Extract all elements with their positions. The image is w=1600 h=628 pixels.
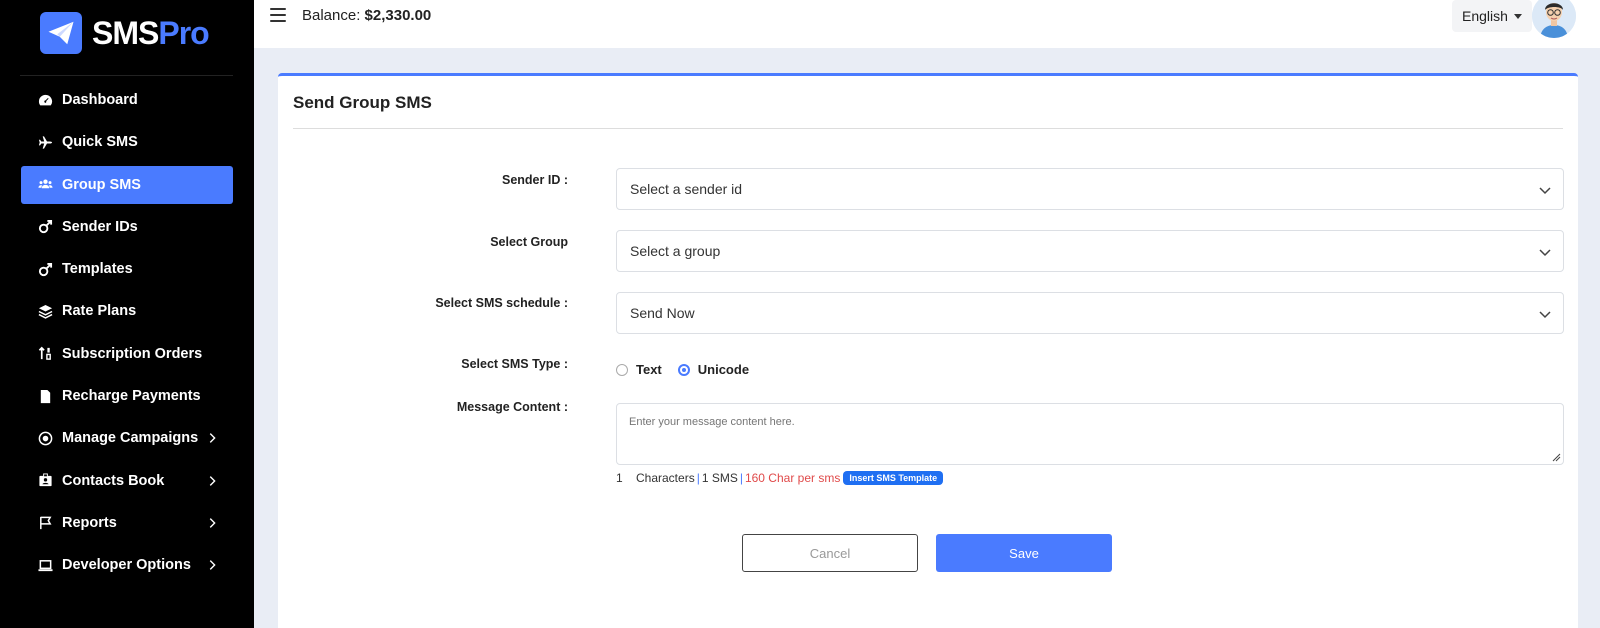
save-button[interactable]: Save <box>936 534 1112 572</box>
group-value: Select a group <box>630 243 721 259</box>
sidebar-item-recharge-payments[interactable]: $ Recharge Payments <box>21 377 233 415</box>
sidebar-item-label: Contacts Book <box>62 472 165 489</box>
group-label: Select Group <box>490 235 568 249</box>
sidebar-item-label: Reports <box>62 514 117 531</box>
user-avatar[interactable] <box>1532 0 1576 38</box>
character-count: 1 <box>616 471 623 485</box>
schedule-value: Send Now <box>630 305 695 321</box>
sms-type-radio-group: Text Unicode <box>616 362 765 377</box>
insert-sms-template-button[interactable]: Insert SMS Template <box>843 471 944 485</box>
invoice-icon: $ <box>37 388 53 404</box>
characters-label: Characters <box>636 471 695 485</box>
chars-per-sms: 160 Char per sms <box>744 471 841 485</box>
chevron-down-icon <box>1539 187 1551 195</box>
resize-grip-icon[interactable] <box>1551 452 1561 462</box>
sidebar-item-developer-options[interactable]: Developer Options <box>21 546 233 584</box>
schedule-select[interactable]: Send Now <box>616 292 1564 334</box>
hamburger-menu-icon[interactable] <box>270 8 286 22</box>
sidebar-item-label: Manage Campaigns <box>62 430 199 447</box>
sidebar-item-label: Rate Plans <box>62 303 137 320</box>
sms-type-unicode-label[interactable]: Unicode <box>698 362 749 377</box>
schedule-label: Select SMS schedule : <box>435 296 568 310</box>
sender-id-select[interactable]: Select a sender id <box>616 168 1564 210</box>
campaign-icon <box>37 430 53 446</box>
chevron-right-icon <box>209 518 216 528</box>
sidebar-item-rate-plans[interactable]: Rate Plans <box>21 292 233 330</box>
chevron-down-icon <box>1539 249 1551 257</box>
contact-book-icon <box>37 473 53 489</box>
counter-separator: | <box>696 471 700 485</box>
laptop-icon <box>37 557 53 573</box>
page-title: Send Group SMS <box>293 93 432 112</box>
flag-icon <box>37 515 53 531</box>
chevron-right-icon <box>209 560 216 571</box>
counter-separator: | <box>739 471 743 485</box>
card-divider <box>293 128 1563 129</box>
sort-icon <box>37 346 53 362</box>
sidebar-item-quick-sms[interactable]: Quick SMS <box>21 123 233 161</box>
caret-down-icon <box>1513 13 1522 19</box>
sender-id-value: Select a sender id <box>630 181 743 197</box>
topbar: Balance: $2,330.00 English <box>254 0 1600 48</box>
brand-logo[interactable]: SMSPro <box>40 12 210 54</box>
group-select[interactable]: Select a group <box>616 230 1564 272</box>
send-group-sms-card: Send Group SMS Sender ID : Select a send… <box>278 73 1578 628</box>
plane-icon <box>37 134 53 150</box>
sidebar-item-label: Dashboard <box>62 92 138 108</box>
message-label: Message Content : <box>456 400 568 414</box>
sms-count: 1 SMS <box>701 471 738 485</box>
layers-icon <box>37 303 53 319</box>
balance-value: $2,330.00 <box>364 7 432 24</box>
cancel-button[interactable]: Cancel <box>742 534 918 572</box>
sidebar-nav: Dashboard Quick SMS Group SMS Sender IDs… <box>21 81 233 589</box>
language-label: English <box>1462 8 1508 24</box>
sidebar-item-sender-ids[interactable]: Sender IDs <box>21 208 233 246</box>
sidebar-item-label: Sender IDs <box>62 218 138 235</box>
sidebar-item-reports[interactable]: Reports <box>21 504 233 542</box>
sidebar-item-label: Group SMS <box>62 176 141 193</box>
language-dropdown[interactable]: English <box>1452 0 1532 32</box>
message-content-textarea[interactable] <box>616 403 1564 465</box>
balance-label: Balance: <box>302 7 361 24</box>
sms-type-unicode-radio[interactable] <box>677 363 690 376</box>
sidebar-item-label: Templates <box>62 261 133 278</box>
sidebar-item-label: Developer Options <box>62 557 191 574</box>
dashboard-icon <box>37 92 53 108</box>
paper-plane-logo-icon <box>40 12 82 54</box>
mars-icon <box>37 261 53 277</box>
sms-type-text-radio[interactable] <box>616 363 628 376</box>
sidebar-item-label: Quick SMS <box>62 134 138 151</box>
balance-display: Balance: $2,330.00 <box>302 7 431 24</box>
chevron-right-icon <box>209 433 216 444</box>
sms-type-label: Select SMS Type : <box>461 357 568 371</box>
sidebar-item-templates[interactable]: Templates <box>21 250 233 288</box>
users-icon <box>37 177 53 193</box>
sms-type-text-label[interactable]: Text <box>636 362 662 377</box>
sidebar: SMSPro Dashboard Quick SMS Group SMS Sen… <box>0 0 254 628</box>
sidebar-item-label: Subscription Orders <box>62 345 203 362</box>
sidebar-item-label: Recharge Payments <box>62 388 201 405</box>
mars-icon <box>37 219 53 235</box>
svg-text:$: $ <box>42 395 46 402</box>
chevron-down-icon <box>1539 311 1551 319</box>
brand-name-accent: Pro <box>158 14 209 51</box>
sidebar-item-group-sms[interactable]: Group SMS <box>21 165 233 204</box>
sidebar-item-dashboard[interactable]: Dashboard <box>21 81 233 119</box>
sidebar-item-subscription-orders[interactable]: Subscription Orders <box>21 335 233 373</box>
chevron-right-icon <box>209 475 216 486</box>
brand-name: SMS <box>92 14 159 51</box>
sender-id-label: Sender ID : <box>502 173 568 187</box>
sidebar-item-contacts-book[interactable]: Contacts Book <box>21 462 233 500</box>
sidebar-divider <box>20 75 233 76</box>
sidebar-item-manage-campaigns[interactable]: Manage Campaigns <box>21 419 233 457</box>
character-counter: 1 Characters | 1 SMS | 160 Char per sms … <box>616 471 944 485</box>
